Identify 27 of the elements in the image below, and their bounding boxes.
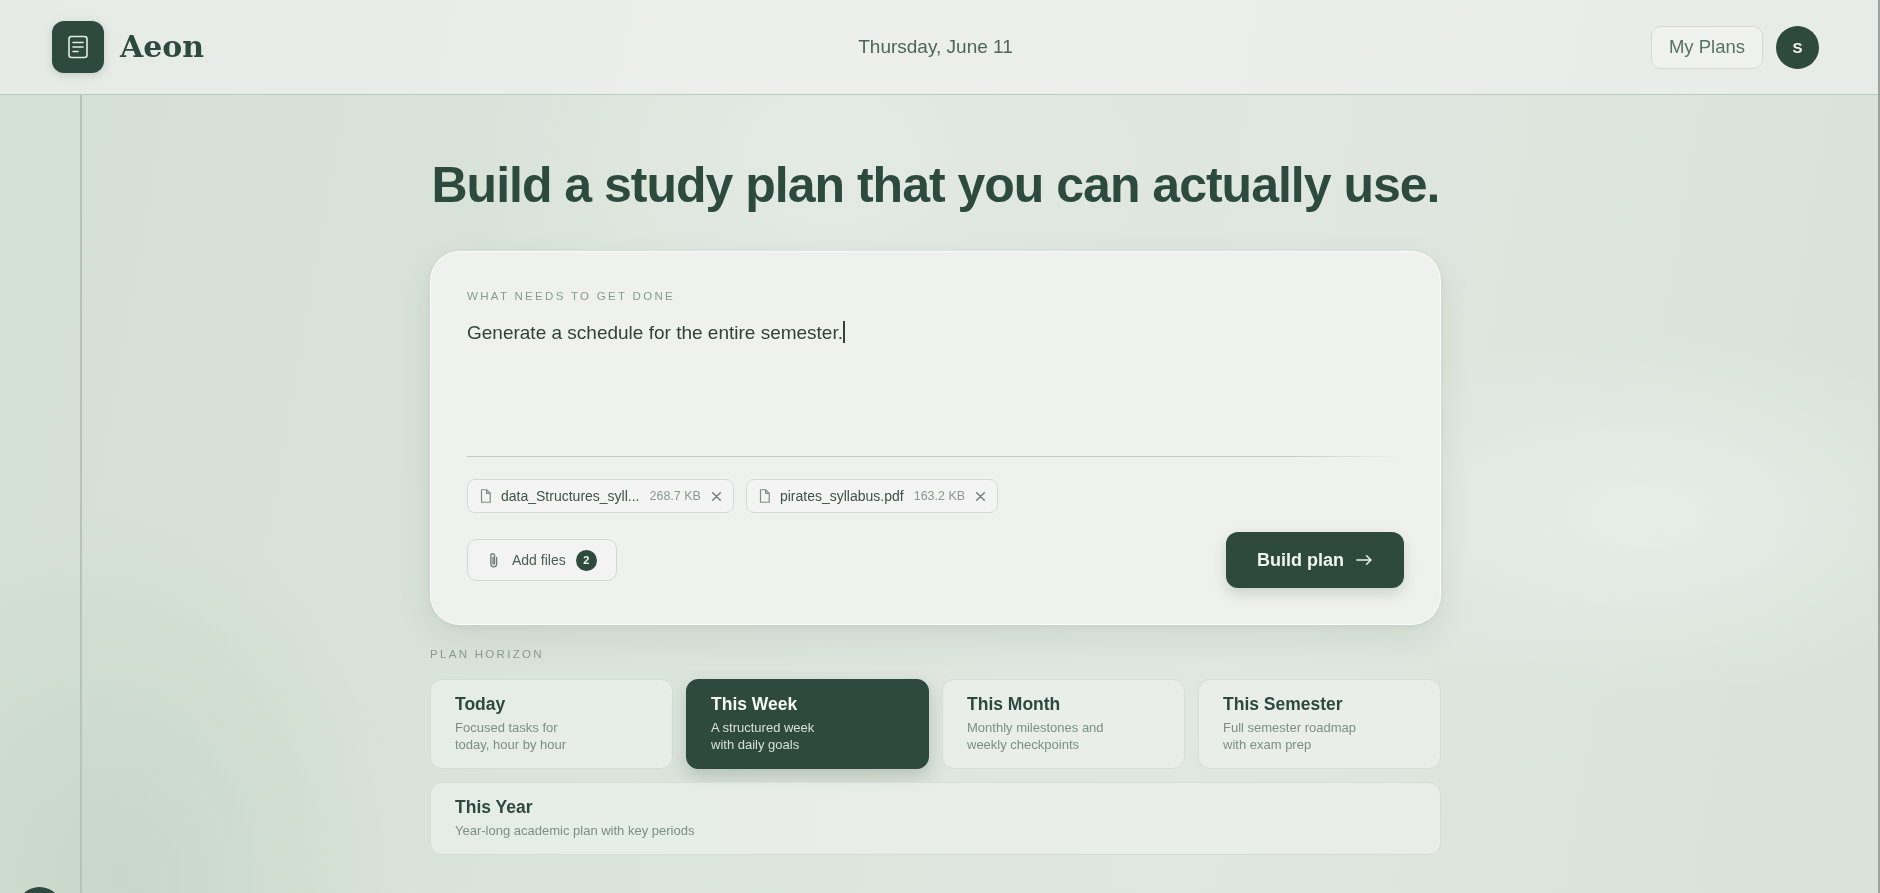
field-label: WHAT NEEDS TO GET DONE: [467, 289, 676, 304]
section-label: PLAN HORIZON: [430, 647, 545, 662]
task-input-field[interactable]: Generate a schedule for the entire semester.: [467, 320, 1404, 457]
file-name: pirates_syllabus.pdf: [779, 487, 904, 505]
page-headline: Build a study plan that you can actually use.: [430, 156, 1441, 215]
plan-option[interactable]: This Week A structured week with daily goals: [686, 679, 929, 769]
build-plan-button[interactable]: Build plan: [1226, 532, 1404, 588]
arrow-icon: [1356, 555, 1372, 565]
file-count-badge: 2: [575, 549, 597, 571]
paperclip-icon: [490, 552, 498, 568]
close-icon[interactable]: [711, 491, 721, 501]
plan-option[interactable]: This Month Monthly milestones and weekly checkpoints: [942, 679, 1185, 769]
document-icon: [52, 21, 104, 73]
current-date: Thursday, June 11: [858, 35, 1013, 59]
file-name: data_Structures_syll...: [501, 487, 640, 505]
file-size: 163.2 KB: [913, 488, 966, 504]
my-plans-button[interactable]: My Plans: [1650, 25, 1763, 69]
plan-option[interactable]: Today Focused tasks for today, hour by hour: [430, 679, 673, 769]
app-name: Aeon: [120, 29, 205, 65]
add-files-button[interactable]: Add files 2: [467, 539, 617, 581]
plan-option[interactable]: This Year Year-long academic plan with key periods: [430, 782, 1441, 855]
close-icon[interactable]: [976, 491, 986, 501]
user-avatar[interactable]: S: [1776, 25, 1819, 69]
file-icon: [480, 489, 491, 503]
file-size: 268.7 KB: [649, 488, 701, 504]
plan-option[interactable]: This Semester Full semester roadmap with exam prep: [1198, 679, 1441, 769]
file-icon: [758, 489, 770, 503]
